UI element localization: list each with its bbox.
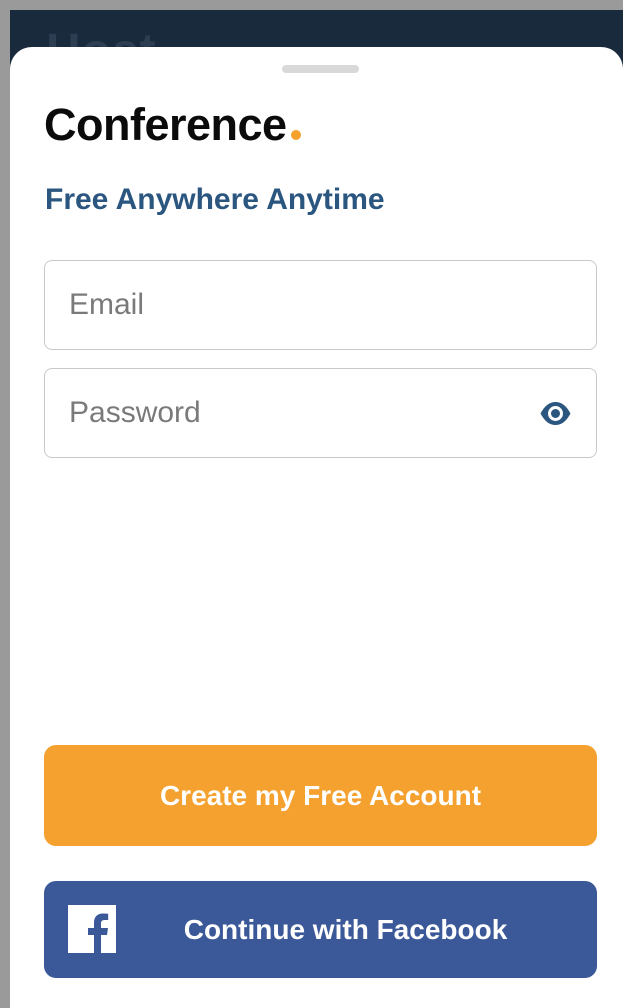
brand-dot [290,130,301,140]
password-field-container [44,368,597,458]
email-field-container [44,260,597,350]
facebook-label: Continue with Facebook [183,913,508,945]
facebook-login-button[interactable]: Continue with Facebook [44,881,597,978]
password-field[interactable] [45,369,596,457]
drag-handle[interactable] [282,65,359,73]
tagline: Free Anywhere Anytime [45,183,385,216]
signup-sheet: Conference Free Anywhere Anytime Create … [10,47,623,1008]
brand-logo: Conference [44,99,301,151]
facebook-icon [68,905,116,953]
eye-icon[interactable] [539,400,572,427]
create-account-label: Create my Free Account [159,779,482,811]
email-field[interactable] [45,261,596,349]
create-account-button[interactable]: Create my Free Account [44,745,597,846]
brand-name: Conference [44,99,287,150]
